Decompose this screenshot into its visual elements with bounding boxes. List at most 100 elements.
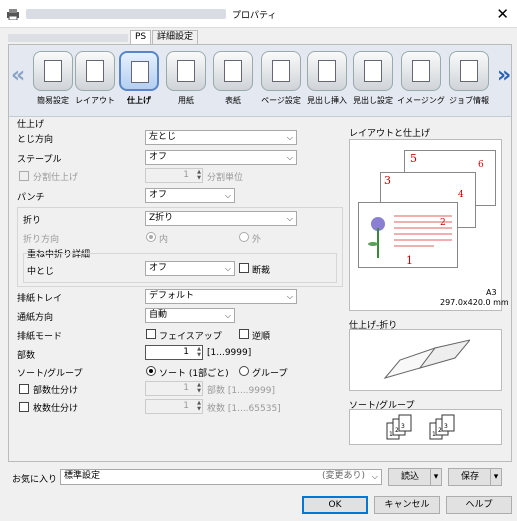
spin-arrows-icon: ▲ ▼ <box>197 169 201 181</box>
category-tab-insert-button[interactable] <box>307 51 347 91</box>
paper-icon <box>177 60 195 82</box>
fold-in-radio[interactable] <box>146 232 156 242</box>
category-strip: « » 簡易設定 レイアウト 仕上げ 用紙 表紙 ページ設定 見出し挿入 見出し設定 イメージン… <box>9 45 511 117</box>
binding-select[interactable]: 左とじ ⌵ <box>145 130 297 145</box>
page-number: 4 <box>458 190 464 200</box>
fold-preview <box>349 329 502 391</box>
copies-label: 部数 <box>17 351 36 361</box>
chevron-down-icon: ⌵ <box>224 191 231 200</box>
svg-text:2: 2 <box>438 427 442 434</box>
ok-button[interactable]: OK <box>302 496 368 514</box>
faceup-label: フェイスアップ <box>159 332 222 342</box>
fold-select[interactable]: Z折り ⌵ <box>145 211 297 226</box>
category-imaging-button[interactable] <box>401 51 441 91</box>
load-button[interactable]: 読込 <box>388 468 432 486</box>
z-fold-icon <box>383 339 470 379</box>
chevron-down-icon: ⌵ <box>224 311 231 320</box>
punch-select[interactable]: オフ ⌵ <box>145 188 235 203</box>
punch-label: パンチ <box>17 193 45 203</box>
spin-arrows-icon: ▲ ▼ <box>197 400 201 412</box>
save-dropdown-icon[interactable]: ▾ <box>490 468 502 486</box>
load-dropdown-icon[interactable]: ▾ <box>430 468 442 486</box>
svg-text:1: 1 <box>432 431 436 438</box>
category-cover-button[interactable] <box>213 51 253 91</box>
cancel-button[interactable]: キャンセル <box>374 496 440 514</box>
window-title: プロパティ <box>232 11 277 21</box>
sort-preview: 123 123 <box>349 409 502 445</box>
sheet-separation-stepper[interactable]: 1 ▲ ▼ <box>145 399 203 414</box>
category-label: ジョブ情報 <box>449 96 489 105</box>
svg-text:3: 3 <box>401 423 405 430</box>
spin-arrows-icon: ▲ ▼ <box>197 382 201 394</box>
svg-text:1: 1 <box>389 431 393 438</box>
fold-out-radio[interactable] <box>239 232 249 242</box>
copy-separation-value: 1 <box>183 383 189 393</box>
tab-setting-icon <box>364 60 382 82</box>
scroll-right-icon[interactable]: » <box>497 63 511 88</box>
close-button[interactable]: ✕ <box>496 4 509 24</box>
direction-select[interactable]: 自動 ⌵ <box>145 308 235 323</box>
layout-icon <box>86 60 104 82</box>
page-number: 6 <box>478 160 484 170</box>
faceup-checkbox[interactable] <box>146 329 156 339</box>
tab-bar: PS 詳細設定 <box>8 30 512 44</box>
reverse-label: 逆順 <box>252 332 271 342</box>
sheet-separation-checkbox[interactable] <box>19 402 29 412</box>
category-finishing-button[interactable] <box>119 51 159 91</box>
favorites-label: お気に入り <box>12 475 58 485</box>
page-number: 3 <box>384 174 391 187</box>
staple-select[interactable]: オフ ⌵ <box>145 150 297 165</box>
category-page-setting-button[interactable] <box>261 51 301 91</box>
tray-select[interactable]: デフォルト ⌵ <box>145 289 297 304</box>
copy-separation-checkbox[interactable] <box>19 384 29 394</box>
chevron-down-icon: ⌵ <box>286 133 293 142</box>
staple-value: オフ <box>149 152 168 162</box>
svg-text:3: 3 <box>444 423 448 430</box>
group-option-label: グループ <box>252 369 288 379</box>
category-quick-setup-button[interactable] <box>33 51 73 91</box>
chevron-down-icon: ⌵ <box>286 214 293 223</box>
page-setting-icon <box>272 60 290 82</box>
category-paper-button[interactable] <box>166 51 206 91</box>
binding-label: とじ方向 <box>17 135 54 145</box>
copies-stepper[interactable]: 1 ▲ ▼ <box>145 345 203 360</box>
sheet-separation-unit: 枚数 [1....65535] <box>207 404 281 414</box>
center-stitch-value: オフ <box>149 263 168 273</box>
binding-value: 左とじ <box>149 132 177 142</box>
group-radio[interactable] <box>239 366 249 376</box>
cut-checkbox[interactable] <box>239 263 249 273</box>
split-stepper[interactable]: 1 ▲ ▼ <box>145 168 203 183</box>
imaging-icon <box>412 60 430 82</box>
tab-advanced[interactable]: 詳細設定 <box>152 30 199 44</box>
copy-separation-stepper[interactable]: 1 ▲ ▼ <box>145 381 203 396</box>
fold-out-label: 外 <box>252 235 262 245</box>
chevron-down-icon: ⌵ <box>286 153 293 162</box>
tab-insert-icon <box>318 60 336 82</box>
split-label: 分割仕上げ <box>33 173 79 183</box>
favorites-select[interactable]: 標準設定 (変更あり) ⌵ <box>60 469 382 485</box>
center-stitch-select[interactable]: オフ ⌵ <box>145 261 235 276</box>
sheet-separation-value: 1 <box>183 401 189 411</box>
split-value: 1 <box>183 170 189 180</box>
blurred-tab-label <box>8 34 128 42</box>
tab-ps[interactable]: PS <box>130 30 152 44</box>
category-tab-setting-button[interactable] <box>353 51 393 91</box>
staple-label: ステープル <box>17 155 62 165</box>
center-stitch-label: 中とじ <box>27 267 55 277</box>
main-panel: « » 簡易設定 レイアウト 仕上げ 用紙 表紙 ページ設定 見出し挿入 見出し設定 イメージン… <box>8 44 512 462</box>
scroll-left-icon[interactable]: « <box>11 63 25 88</box>
chevron-down-icon: ⌵ <box>286 292 293 301</box>
reverse-checkbox[interactable] <box>239 329 249 339</box>
cover-icon <box>224 60 242 82</box>
fold-in-label: 内 <box>159 235 169 245</box>
category-job-info-button[interactable] <box>449 51 489 91</box>
sort-option-label: ソート (1部ごと) <box>159 369 229 379</box>
help-button[interactable]: ヘルプ <box>446 496 512 514</box>
layout-preview: 5 6 3 4 1 2 A3 297.0x420.0 mm <box>349 139 509 311</box>
copies-range: [1...9999] <box>207 348 252 358</box>
split-checkbox[interactable] <box>19 171 29 181</box>
paper-size: A3 <box>486 288 497 297</box>
save-button[interactable]: 保存 <box>448 468 492 486</box>
category-layout-button[interactable] <box>75 51 115 91</box>
sort-radio[interactable] <box>146 366 156 376</box>
